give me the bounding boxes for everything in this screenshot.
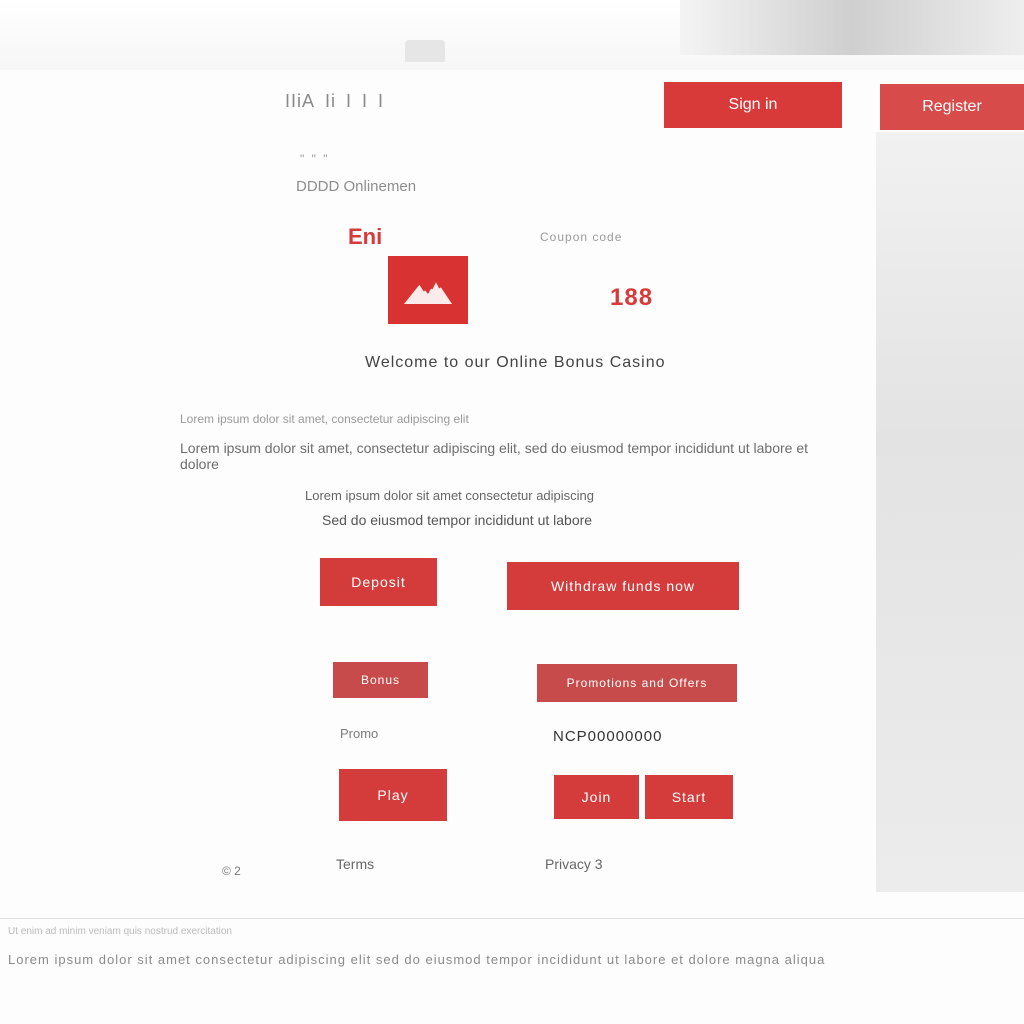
nav-item-4[interactable]: I bbox=[362, 91, 368, 112]
nav-item-5[interactable]: I bbox=[378, 91, 384, 112]
brand-logo bbox=[388, 256, 468, 324]
bonus-badge: 188 bbox=[610, 284, 654, 311]
breadcrumb: " " " bbox=[300, 152, 330, 166]
copyright-note: © 2 bbox=[222, 864, 241, 878]
terms-link[interactable]: Terms bbox=[336, 856, 374, 872]
top-bar bbox=[0, 0, 1024, 70]
right-sidebar bbox=[876, 132, 1024, 892]
paragraph-1: Lorem ipsum dolor sit amet, consectetur … bbox=[180, 412, 469, 426]
sign-in-button[interactable]: Sign in bbox=[664, 82, 842, 128]
withdraw-button[interactable]: Withdraw funds now bbox=[507, 562, 739, 610]
nav-item-2[interactable]: Ii bbox=[325, 91, 336, 112]
footer-subtext: Ut enim ad minim veniam quis nostrud exe… bbox=[8, 926, 232, 937]
site-logo[interactable] bbox=[405, 40, 445, 62]
nav-item-3[interactable]: I bbox=[346, 91, 352, 112]
start-button[interactable]: Start bbox=[645, 775, 733, 819]
play-button[interactable]: Play bbox=[339, 769, 447, 821]
promo-label: Coupon code bbox=[540, 230, 623, 244]
promo-code-value: NCP00000000 bbox=[553, 728, 663, 745]
bonus-button[interactable]: Bonus bbox=[333, 662, 428, 698]
brand-name: Eni bbox=[348, 224, 383, 249]
section-title: DDDD Onlinemen bbox=[296, 178, 417, 195]
privacy-link[interactable]: Privacy 3 bbox=[545, 856, 603, 872]
footer-divider bbox=[0, 918, 1024, 919]
main-nav: IIiA Ii I I I bbox=[285, 76, 384, 126]
promo-code-label: Promo bbox=[340, 726, 379, 741]
join-button[interactable]: Join bbox=[554, 775, 639, 819]
page-heading: Welcome to our Online Bonus Casino bbox=[365, 354, 666, 371]
deposit-button[interactable]: Deposit bbox=[320, 558, 437, 606]
footer-text: Lorem ipsum dolor sit amet consectetur a… bbox=[8, 952, 826, 967]
nav-item-1[interactable]: IIiA bbox=[285, 91, 315, 112]
top-shade bbox=[680, 0, 1024, 55]
paragraph-3: Lorem ipsum dolor sit amet consectetur a… bbox=[305, 488, 595, 503]
paragraph-2: Lorem ipsum dolor sit amet, consectetur … bbox=[180, 440, 808, 472]
paragraph-4: Sed do eiusmod tempor incididunt ut labo… bbox=[322, 512, 593, 528]
mountain-icon bbox=[404, 277, 452, 304]
register-button[interactable]: Register bbox=[880, 84, 1024, 130]
promotions-button[interactable]: Promotions and Offers bbox=[537, 664, 737, 702]
